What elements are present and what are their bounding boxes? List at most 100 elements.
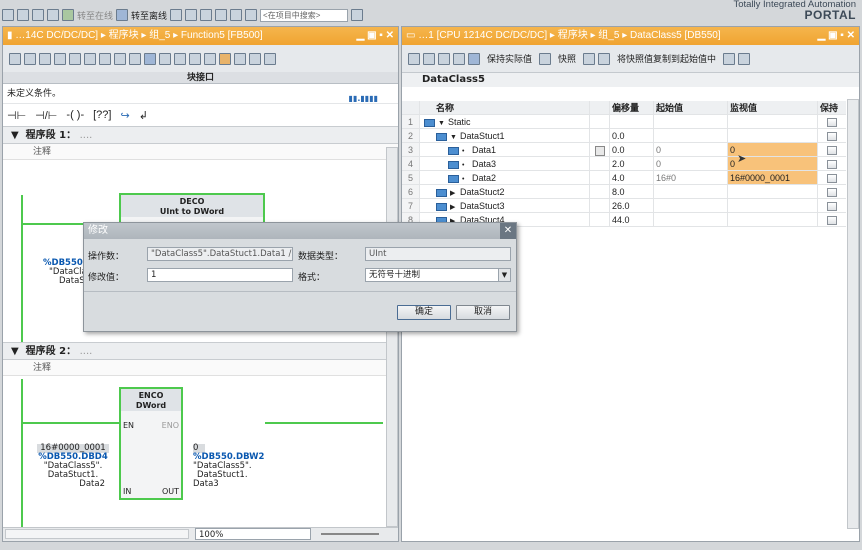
row-name-cell[interactable]: ▶ DataStuct2 bbox=[420, 185, 590, 198]
go-online-button[interactable]: 转至在线 bbox=[77, 9, 113, 22]
retain-checkbox[interactable] bbox=[827, 216, 837, 226]
col-retain[interactable]: 保持 bbox=[818, 101, 846, 114]
empty-box-icon[interactable]: [??] bbox=[93, 109, 111, 121]
row-expand-icon[interactable]: • bbox=[462, 173, 472, 184]
tb-icon[interactable] bbox=[114, 52, 126, 65]
row-start[interactable] bbox=[654, 185, 728, 198]
accessible-devices-icon[interactable] bbox=[170, 9, 183, 21]
left-vertical-scrollbar[interactable] bbox=[386, 147, 398, 527]
row-name-cell[interactable]: • Data1 bbox=[420, 143, 590, 156]
row-retain[interactable] bbox=[818, 115, 846, 128]
row-monitor[interactable]: 16#0000_0001 bbox=[728, 171, 818, 184]
save-icon[interactable] bbox=[32, 9, 44, 21]
snapshot-icon[interactable] bbox=[539, 52, 552, 65]
row-expand-icon[interactable]: ▶ bbox=[450, 187, 460, 198]
interface-toggle-icon[interactable]: ▮▮.▮▮▮▮ bbox=[349, 89, 378, 109]
copy-start-icon[interactable] bbox=[598, 52, 611, 65]
tb-icon[interactable] bbox=[159, 52, 171, 65]
retain-checkbox[interactable] bbox=[827, 132, 837, 142]
row-retain[interactable] bbox=[818, 143, 846, 156]
row-monitor[interactable] bbox=[728, 129, 818, 142]
row-name-cell[interactable]: ▼ Static bbox=[420, 115, 590, 128]
row-monitor[interactable] bbox=[728, 213, 818, 226]
open-project-icon[interactable] bbox=[17, 9, 29, 21]
left-breadcrumb[interactable]: …14C DC/DC/DC] ▸ 程序块 ▸ 组_5 ▸ Function5 [… bbox=[15, 30, 262, 41]
row-name-cell[interactable]: ▶ DataStuct3 bbox=[420, 199, 590, 212]
cancel-button[interactable]: 取消 bbox=[456, 305, 510, 320]
open-branch-icon[interactable]: ↪ bbox=[120, 109, 129, 122]
dialog-close-icon[interactable]: ✕ bbox=[500, 223, 516, 239]
keep-actual-values-button[interactable]: 保持实际值 bbox=[487, 52, 532, 65]
row-start[interactable] bbox=[654, 199, 728, 212]
tb-icon[interactable] bbox=[264, 52, 276, 65]
retain-checkbox[interactable] bbox=[827, 146, 837, 156]
table-row[interactable]: 4 • Data3 2.0 0 0 bbox=[402, 157, 846, 171]
row-monitor[interactable] bbox=[728, 199, 818, 212]
tb-icon[interactable] bbox=[69, 52, 81, 65]
row-retain[interactable] bbox=[818, 213, 846, 226]
collapse-icon[interactable] bbox=[453, 52, 465, 65]
zoom-select[interactable]: 100% bbox=[195, 528, 311, 540]
split-vertical-icon[interactable] bbox=[245, 9, 258, 21]
row-start[interactable] bbox=[654, 213, 728, 226]
table-row[interactable]: 2 ▼ DataStuct1 0.0 bbox=[402, 129, 846, 143]
format-select[interactable]: 无符号十进制 ▼ bbox=[365, 268, 511, 282]
row-start[interactable] bbox=[654, 129, 728, 142]
row-monitor[interactable] bbox=[728, 115, 818, 128]
right-breadcrumb[interactable]: …1 [CPU 1214C DC/DC/DC] ▸ 程序块 ▸ 组_5 ▸ Da… bbox=[418, 30, 720, 41]
retain-checkbox[interactable] bbox=[827, 202, 837, 212]
go-offline-button[interactable]: 转至离线 bbox=[131, 9, 167, 22]
go-offline-icon[interactable] bbox=[116, 9, 129, 21]
tb-icon[interactable] bbox=[723, 52, 736, 65]
tb-icon[interactable] bbox=[174, 52, 186, 65]
right-window-controls[interactable]: ▁ ▣ ▪ ✕ bbox=[818, 27, 855, 45]
row-retain[interactable] bbox=[818, 171, 846, 184]
tb-icon[interactable] bbox=[9, 52, 21, 65]
left-window-controls[interactable]: ▁ ▣ ▪ ✕ bbox=[357, 27, 394, 45]
row-retain[interactable] bbox=[818, 199, 846, 212]
split-horizontal-icon[interactable] bbox=[230, 9, 243, 21]
col-offset[interactable]: 偏移量 bbox=[610, 101, 654, 114]
tb-icon[interactable] bbox=[219, 52, 231, 65]
copy-snapshot-icon[interactable] bbox=[583, 52, 596, 65]
retain-checkbox[interactable] bbox=[827, 160, 837, 170]
print-icon[interactable] bbox=[47, 9, 59, 21]
tb-icon[interactable] bbox=[204, 52, 216, 65]
start-cpu-icon[interactable] bbox=[185, 9, 198, 21]
col-start[interactable]: 起始值 bbox=[654, 101, 728, 114]
table-row[interactable]: 7 ▶ DataStuct3 26.0 bbox=[402, 199, 846, 213]
modify-value-input[interactable]: 1 bbox=[147, 268, 293, 282]
close-branch-icon[interactable]: ↲ bbox=[139, 109, 148, 122]
table-row[interactable]: 6 ▶ DataStuct2 8.0 bbox=[402, 185, 846, 199]
tb-icon[interactable] bbox=[39, 52, 51, 65]
go-online-icon[interactable] bbox=[62, 9, 74, 21]
zoom-slider[interactable] bbox=[321, 533, 379, 535]
left-horizontal-scrollbar[interactable] bbox=[5, 529, 189, 539]
network-1-comment[interactable]: 注释 bbox=[3, 144, 398, 160]
expand-icon[interactable] bbox=[438, 52, 450, 65]
no-contact-icon[interactable]: ⊣⊢ bbox=[7, 109, 26, 122]
table-row[interactable]: 5 • Data2 4.0 16#0 16#0000_0001 bbox=[402, 171, 846, 185]
project-search-input[interactable]: <在项目中搜索> bbox=[260, 8, 349, 22]
row-expand-icon[interactable]: ▼ bbox=[438, 117, 448, 128]
search-go-icon[interactable] bbox=[351, 9, 364, 21]
chevron-down-icon[interactable]: ▼ bbox=[498, 269, 510, 281]
table-row[interactable]: 1 ▼ Static bbox=[402, 115, 846, 129]
network-1-header[interactable]: ▼ 程序段 1： .... bbox=[3, 126, 398, 144]
row-retain[interactable] bbox=[818, 129, 846, 142]
right-vertical-scrollbar[interactable] bbox=[847, 99, 859, 529]
table-row[interactable]: 3 • Data1 0.0 0 0 bbox=[402, 143, 846, 157]
row-expand-icon[interactable]: ▶ bbox=[450, 201, 460, 212]
row-name-cell[interactable]: • Data2 bbox=[420, 171, 590, 184]
monitor-all-icon[interactable] bbox=[468, 52, 480, 65]
tb-icon[interactable] bbox=[189, 52, 201, 65]
tb-icon[interactable] bbox=[129, 52, 141, 65]
nc-contact-icon[interactable]: ⊣/⊢ bbox=[35, 109, 57, 122]
tb-icon[interactable] bbox=[738, 52, 751, 65]
tb-icon[interactable] bbox=[99, 52, 111, 65]
network-2-header[interactable]: ▼ 程序段 2： .... bbox=[3, 342, 386, 360]
coil-icon[interactable]: -( )- bbox=[66, 109, 84, 121]
retain-checkbox[interactable] bbox=[827, 188, 837, 198]
row-retain[interactable] bbox=[818, 185, 846, 198]
col-monitor[interactable]: 监视值 bbox=[728, 101, 818, 114]
